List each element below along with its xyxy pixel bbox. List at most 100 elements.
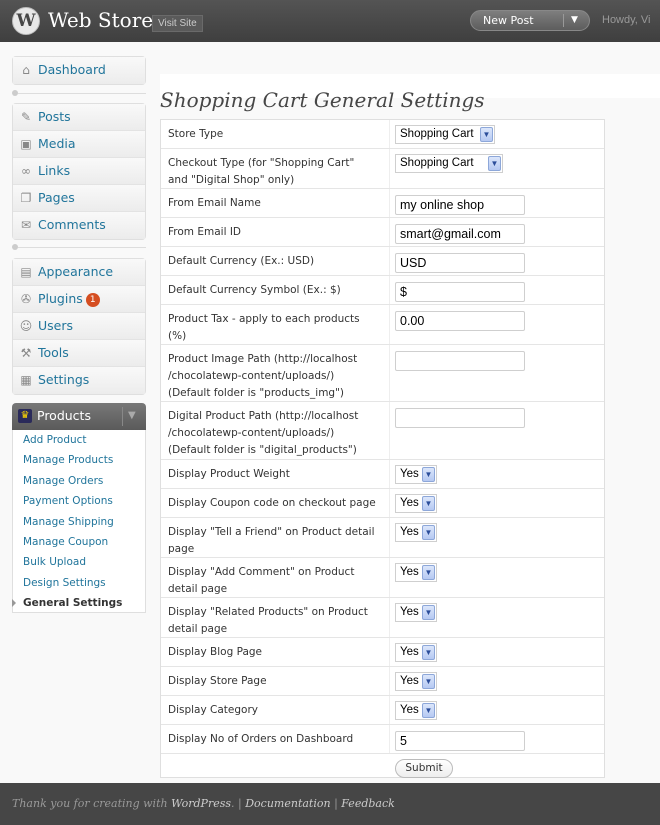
column-divider xyxy=(389,460,390,488)
chevron-down-icon[interactable]: ▼ xyxy=(422,565,435,580)
documentation-link[interactable]: Documentation xyxy=(245,797,330,810)
settings-row: Default Currency (Ex.: USD) USD xyxy=(161,247,604,276)
setting-select[interactable]: Yes ▼ xyxy=(395,672,437,691)
column-divider xyxy=(389,402,390,459)
submenu-item-general-settings[interactable]: General Settings xyxy=(23,597,122,609)
chevron-down-icon[interactable]: ▼ xyxy=(422,674,435,689)
setting-label-line: Display "Tell a Friend" on Product detai… xyxy=(168,526,375,538)
sidebar-item-label: Plugins 1 xyxy=(38,291,100,307)
setting-select[interactable]: Yes ▼ xyxy=(395,563,437,582)
setting-select[interactable]: Yes ▼ xyxy=(395,523,437,542)
feedback-link[interactable]: Feedback xyxy=(341,797,395,810)
chevron-down-icon[interactable]: ▼ xyxy=(571,11,578,30)
wordpress-logo-icon[interactable]: W xyxy=(12,7,40,35)
howdy-greeting[interactable]: Howdy, Vi xyxy=(602,14,651,26)
sidebar-item-tools[interactable]: ⚒ Tools xyxy=(13,340,145,367)
sidebar-item-label: Settings xyxy=(38,372,89,387)
setting-label-line: Product Tax - apply to each products xyxy=(168,313,360,325)
submenu-item-design-settings[interactable]: Design Settings xyxy=(23,577,106,589)
setting-select-value: Yes xyxy=(400,566,419,578)
sidebar-item-users[interactable]: ☺ Users xyxy=(13,313,145,340)
column-divider xyxy=(389,598,390,637)
sidebar-item-text: Links xyxy=(38,163,71,178)
submit-row: Submit xyxy=(161,754,604,778)
setting-select-value: Yes xyxy=(400,468,419,480)
settings-row: Default Currency Symbol (Ex.: $) $ xyxy=(161,276,604,305)
submit-button[interactable]: Submit xyxy=(395,759,453,778)
sidebar-item-media[interactable]: ▣ Media xyxy=(13,131,145,158)
setting-select[interactable]: Yes ▼ xyxy=(395,603,437,622)
sidebar-separator xyxy=(12,244,146,252)
setting-label-line: From Email Name xyxy=(168,197,261,209)
site-title[interactable]: Web Store xyxy=(48,8,153,32)
sidebar-item-links[interactable]: ∞ Links xyxy=(13,158,145,185)
wordpress-link[interactable]: WordPress xyxy=(171,797,231,810)
setting-text-input[interactable] xyxy=(395,351,525,371)
submenu-item-manage-orders[interactable]: Manage Orders xyxy=(23,475,103,487)
chevron-down-icon[interactable]: ▼ xyxy=(480,127,493,142)
chevron-down-icon[interactable]: ▼ xyxy=(488,156,501,171)
setting-text-input[interactable]: smart@gmail.com xyxy=(395,224,525,244)
setting-select[interactable]: Shopping Cart ▼ xyxy=(395,154,503,173)
submenu-item-add-product[interactable]: Add Product xyxy=(23,434,87,446)
setting-label-line: page xyxy=(168,543,195,555)
settings-row: Display Product Weight Yes ▼ xyxy=(161,460,604,489)
settings-form-table: Store Type Shopping Cart ▼ Checkout Type (f… xyxy=(160,119,605,778)
crown-icon: ♛ xyxy=(18,409,32,423)
settings-row: From Email ID smart@gmail.com xyxy=(161,218,604,247)
setting-select[interactable]: Yes ▼ xyxy=(395,643,437,662)
sidebar-item-comments[interactable]: ✉ Comments xyxy=(13,212,145,239)
footer-text: Thank you for creating with WordPress. |… xyxy=(12,797,395,810)
chevron-down-icon[interactable]: ▼ xyxy=(422,645,435,660)
submenu-item-bulk-upload[interactable]: Bulk Upload xyxy=(23,556,86,568)
setting-select[interactable]: Yes ▼ xyxy=(395,701,437,720)
column-divider xyxy=(389,489,390,517)
new-post-button[interactable]: New Post ▼ xyxy=(470,10,590,31)
setting-text-input[interactable] xyxy=(395,408,525,428)
setting-select[interactable]: Yes ▼ xyxy=(395,494,437,513)
sidebar-item-posts[interactable]: ✎ Posts xyxy=(13,104,145,131)
column-divider xyxy=(389,345,390,401)
sidebar-item-label: Appearance xyxy=(38,264,113,279)
sidebar-group-admin: ▤ Appearance ✇ Plugins 1 ☺ Users ⚒ Tools ▦ Setting… xyxy=(12,258,146,395)
sidebar-item-settings[interactable]: ▦ Settings xyxy=(13,367,145,394)
sidebar-item-dashboard[interactable]: ⌂ Dashboard xyxy=(13,57,145,84)
page-title: Shopping Cart General Settings xyxy=(160,88,485,112)
sidebar-item-text: Plugins xyxy=(38,291,83,306)
chevron-down-icon[interactable]: ▼ xyxy=(422,496,435,511)
sidebar-item-appearance[interactable]: ▤ Appearance xyxy=(13,259,145,286)
setting-text-input[interactable]: $ xyxy=(395,282,525,302)
setting-label: From Email ID xyxy=(168,224,383,241)
sidebar-item-plugins[interactable]: ✇ Plugins 1 xyxy=(13,286,145,313)
setting-text-input[interactable]: 0.00 xyxy=(395,311,525,331)
chevron-down-icon[interactable]: ▼ xyxy=(422,467,435,482)
sidebar-item-text: Posts xyxy=(38,109,71,124)
sidebar-item-text: Comments xyxy=(38,217,106,232)
setting-label-line: From Email ID xyxy=(168,226,242,238)
chevron-down-icon[interactable]: ▼ xyxy=(422,703,435,718)
setting-select[interactable]: Shopping Cart ▼ xyxy=(395,125,495,144)
sidebar-item-pages[interactable]: ❐ Pages xyxy=(13,185,145,212)
column-divider xyxy=(389,276,390,304)
setting-label: Store Type xyxy=(168,126,383,143)
setting-text-input[interactable]: 5 xyxy=(395,731,525,751)
visit-site-button[interactable]: Visit Site xyxy=(152,15,203,32)
chevron-down-icon[interactable]: ▼ xyxy=(422,525,435,540)
setting-text-input[interactable]: USD xyxy=(395,253,525,273)
setting-text-input[interactable]: my online shop xyxy=(395,195,525,215)
chevron-down-icon[interactable]: ▼ xyxy=(128,410,136,421)
sidebar-item-label: Media xyxy=(38,136,76,151)
submenu-item-payment-options[interactable]: Payment Options xyxy=(23,495,113,507)
chevron-down-icon[interactable]: ▼ xyxy=(422,605,435,620)
setting-label-line: detail page xyxy=(168,623,228,635)
sidebar-item-products[interactable]: ♛ Products ▼ xyxy=(12,403,146,430)
setting-select-value: Yes xyxy=(400,526,419,538)
setting-select[interactable]: Yes ▼ xyxy=(395,465,437,484)
submenu-item-manage-coupon[interactable]: Manage Coupon xyxy=(23,536,108,548)
submenu-item-manage-shipping[interactable]: Manage Shipping xyxy=(23,516,114,528)
settings-row: Display "Add Comment" on Product detail p… xyxy=(161,558,604,598)
submenu-item-manage-products[interactable]: Manage Products xyxy=(23,454,113,466)
comment-icon: ✉ xyxy=(20,218,32,232)
setting-label-line: Product Image Path (http://localhost xyxy=(168,353,358,365)
sidebar-item-label: Users xyxy=(38,318,73,333)
